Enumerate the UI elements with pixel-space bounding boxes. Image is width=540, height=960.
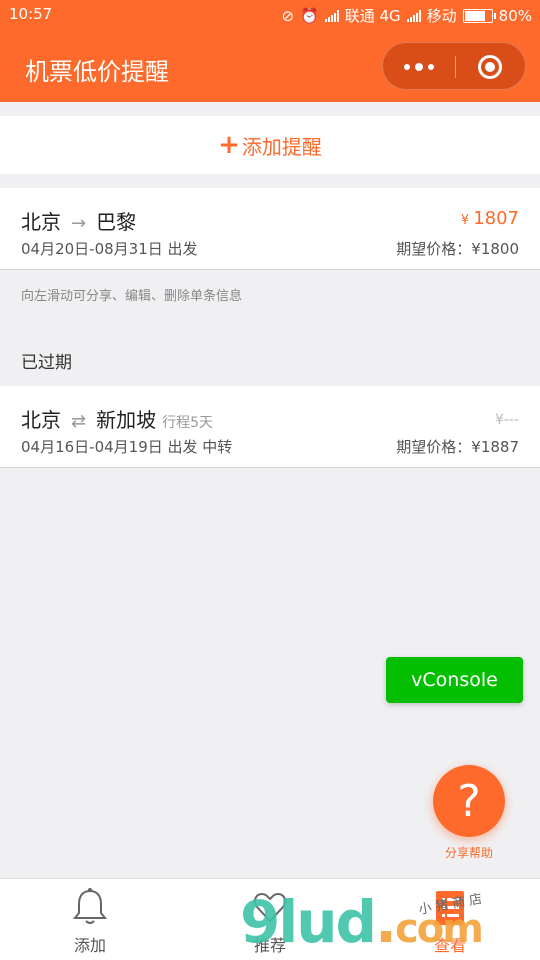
tab-recommend[interactable]: 推荐 — [210, 879, 330, 960]
one-way-arrow-icon: → — [71, 213, 87, 234]
miniprogram-capsule — [382, 42, 526, 90]
swipe-hint: 向左滑动可分享、编辑、删除单条信息 — [21, 289, 243, 304]
bell-icon — [72, 888, 108, 924]
vconsole-button[interactable]: vConsole — [386, 657, 523, 703]
question-icon: ? — [457, 775, 481, 827]
add-reminder-button[interactable]: + 添加提醒 — [0, 116, 540, 174]
help-button[interactable]: ? — [433, 765, 505, 837]
origin-city: 北京 — [21, 408, 61, 432]
travel-dates: 04月16日-04月19日 出发 中转 — [21, 438, 233, 456]
current-price: ¥--- — [494, 412, 519, 428]
destination-city: 新加坡 — [96, 408, 157, 432]
capsule-divider — [455, 56, 456, 78]
nav-bar: 机票低价提醒 — [0, 30, 540, 102]
mute-icon: ⊘ — [281, 6, 295, 25]
add-reminder-label: 添加提醒 — [241, 134, 322, 159]
round-trip-arrow-icon: ⇄ — [71, 411, 87, 432]
route: 北京 ⇄ 新加坡 行程5天 — [21, 404, 213, 433]
battery-icon — [462, 8, 496, 23]
status-bar: 10:57 ⊘ ⏰ 联通 4G 移动 80% — [0, 0, 540, 30]
expected-price: 期望价格：¥1800 — [396, 240, 519, 258]
more-icon[interactable] — [383, 43, 455, 91]
yen-symbol: ¥ — [460, 213, 470, 228]
carrier-1: 联通 4G — [344, 7, 401, 25]
expired-section-title: 已过期 — [21, 353, 72, 373]
reminder-card-beijing-paris[interactable]: 北京 → 巴黎 04月20日-08月31日 出发 ¥1807 期望价格：¥180… — [0, 188, 540, 270]
trip-length-tag: 行程5天 — [162, 415, 214, 431]
tab-add[interactable]: 添加 — [30, 879, 150, 960]
battery-text: 80% — [498, 6, 532, 25]
expected-price: 期望价格：¥1887 — [396, 438, 519, 456]
signal-icon-2 — [406, 9, 421, 22]
help-label: 分享帮助 — [444, 846, 493, 860]
close-icon[interactable] — [478, 55, 502, 79]
price-value: 1807 — [473, 208, 519, 229]
carrier-2: 移动 — [426, 7, 457, 25]
list-icon — [436, 891, 464, 925]
route: 北京 → 巴黎 — [21, 206, 136, 235]
plus-icon: + — [218, 130, 240, 160]
origin-city: 北京 — [21, 210, 61, 234]
tab-view-label: 查看 — [433, 936, 466, 955]
status-right: ⊘ ⏰ 联通 4G 移动 80% — [281, 5, 532, 26]
page-title: 机票低价提醒 — [25, 58, 169, 86]
tab-bar: 添加 推荐 查看 — [0, 878, 540, 960]
heart-icon — [253, 892, 287, 923]
status-time: 10:57 — [9, 5, 53, 23]
destination-city: 巴黎 — [96, 210, 137, 234]
tab-recommend-label: 推荐 — [253, 936, 286, 955]
signal-icon — [324, 9, 339, 22]
alarm-icon: ⏰ — [300, 6, 319, 25]
current-price: ¥1807 — [461, 208, 519, 229]
tab-add-label: 添加 — [73, 936, 106, 955]
travel-dates: 04月20日-08月31日 出发 — [21, 240, 198, 258]
tab-view[interactable]: 查看 — [390, 879, 510, 960]
reminder-card-beijing-singapore[interactable]: 北京 ⇄ 新加坡 行程5天 04月16日-04月19日 出发 中转 ¥--- 期… — [0, 386, 540, 468]
